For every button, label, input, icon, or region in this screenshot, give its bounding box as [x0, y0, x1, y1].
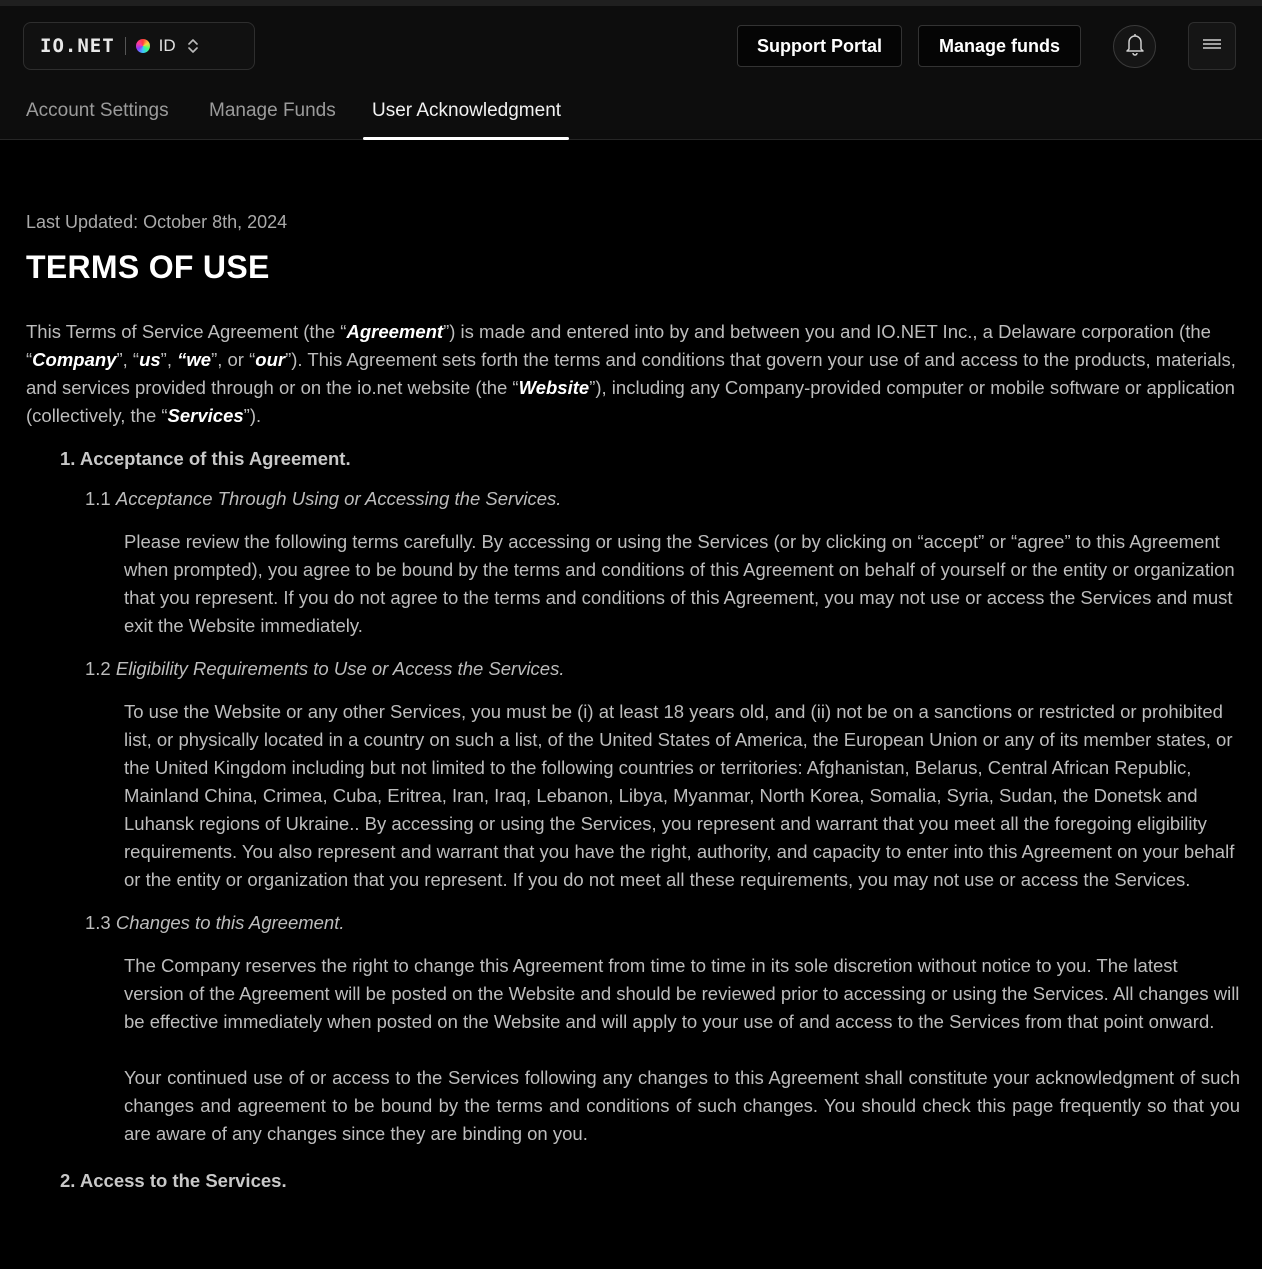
- id-label: ID: [158, 36, 176, 55]
- notifications-button[interactable]: [1113, 25, 1156, 68]
- brand-divider: [124, 37, 126, 55]
- manage-funds-button[interactable]: Manage funds: [918, 25, 1081, 67]
- page-title: TERMS OF USE: [26, 249, 270, 285]
- support-portal-button[interactable]: Support Portal: [737, 25, 902, 67]
- subsection-1-3-body-2: Your continued use of or access to the S…: [124, 1067, 1240, 1144]
- hamburger-menu-icon: [1202, 37, 1222, 56]
- main-menu-button[interactable]: [1188, 22, 1236, 70]
- brand-switcher[interactable]: IO.NET ID: [23, 22, 255, 70]
- intro-paragraph: This Terms of Service Agreement (the “Ag…: [26, 321, 1236, 426]
- tab-account-settings[interactable]: Account Settings: [26, 92, 209, 140]
- subsection-1-2-body: To use the Website or any other Services…: [124, 701, 1235, 890]
- tab-manage-funds[interactable]: Manage Funds: [209, 92, 372, 140]
- subsection-1-1-title: 1.1 Acceptance Through Using or Accessin…: [85, 488, 562, 509]
- io-net-logo: IO.NET: [40, 35, 115, 57]
- subsection-1-1-body: Please review the following terms carefu…: [124, 531, 1235, 636]
- rainbow-orb-icon: [135, 39, 150, 53]
- subsection-1-3-title: 1.3 Changes to this Agreement.: [85, 912, 345, 933]
- settings-tabs: Account Settings Manage Funds User Ackno…: [26, 92, 570, 140]
- chevron-updown-icon: [187, 38, 198, 54]
- tab-user-acknowledgment[interactable]: User Acknowledgment: [362, 92, 570, 140]
- bell-icon: [1124, 32, 1146, 61]
- app-header: IO.NET ID Support Portal Manage funds Ac…: [0, 6, 1262, 140]
- terms-document: Last Updated: October 8th, 2024 TERMS OF…: [26, 212, 1240, 1192]
- subsection-1-2-title: 1.2 Eligibility Requirements to Use or A…: [85, 658, 565, 679]
- section-1-title: 1. Acceptance of this Agreement.: [60, 448, 351, 469]
- last-updated: Last Updated: October 8th, 2024: [26, 212, 288, 232]
- section-2-title: 2. Access to the Services.: [60, 1170, 287, 1191]
- subsection-1-3-body: The Company reserves the right to change…: [124, 955, 1240, 1032]
